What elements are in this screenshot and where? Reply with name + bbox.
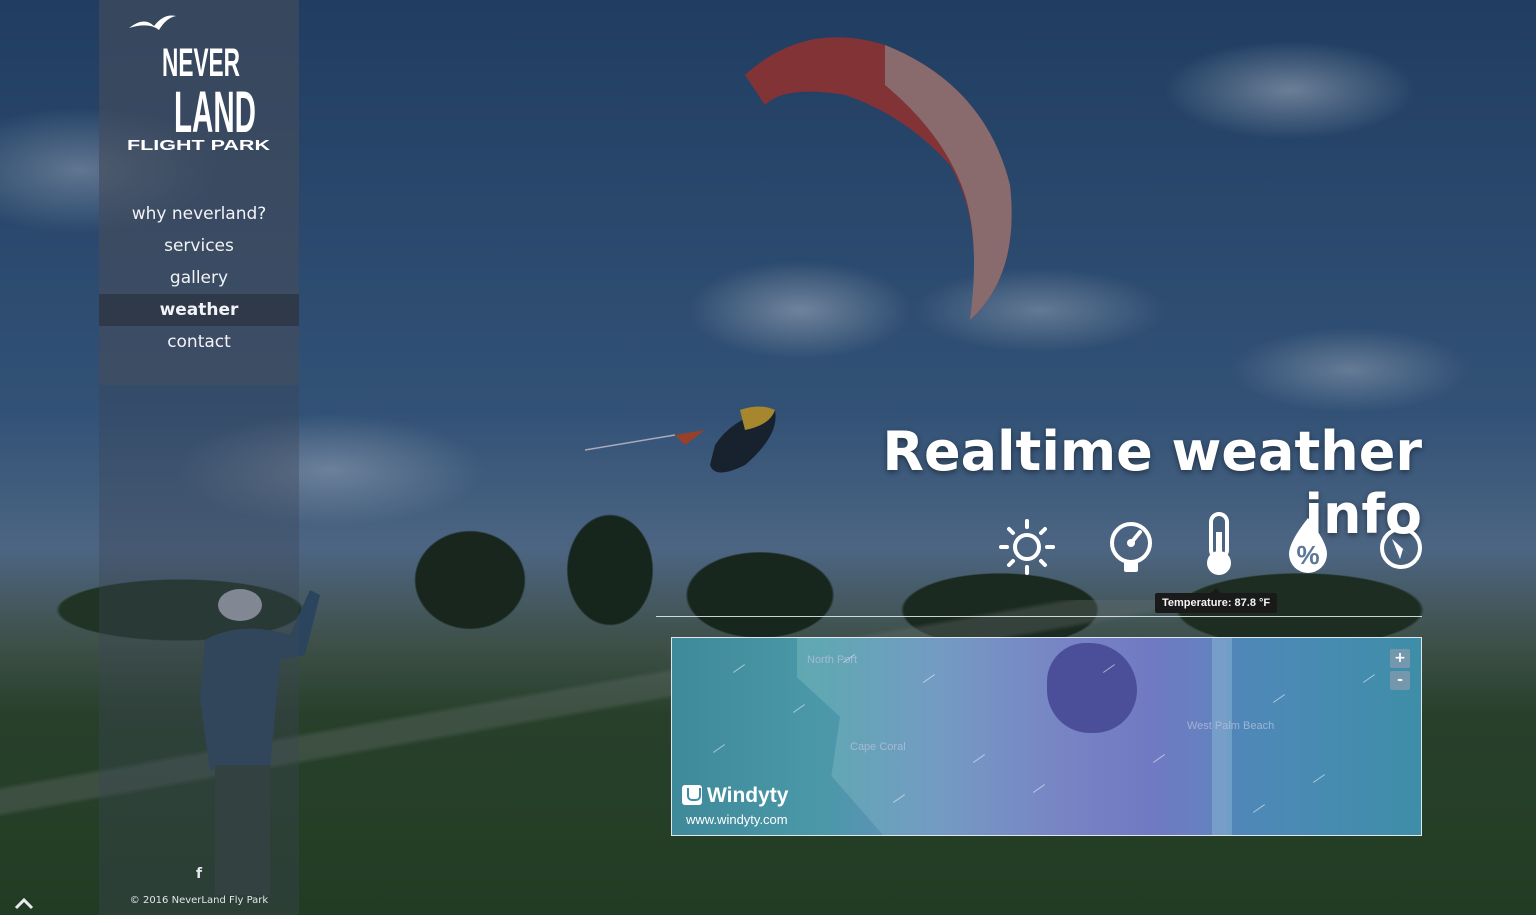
map-coast [1212, 638, 1232, 835]
thermometer-icon[interactable] [1186, 512, 1252, 578]
zoom-in-button[interactable]: + [1390, 649, 1410, 668]
copyright-text: © 2016 NeverLand Fly Park [129, 895, 269, 906]
svg-text:%: % [1296, 540, 1319, 570]
facebook-icon[interactable]: f [192, 866, 206, 884]
nav-item-why-neverland[interactable]: why neverland? [99, 198, 299, 230]
main-nav: why neverland? services gallery weather … [99, 198, 299, 358]
nav-item-weather[interactable]: weather [99, 294, 299, 326]
barometer-icon[interactable] [1098, 512, 1164, 578]
temperature-tooltip: Temperature: 87.8 °F [1155, 588, 1278, 613]
map-town-label: West Palm Beach [1187, 720, 1275, 732]
nav-item-services[interactable]: services [99, 230, 299, 262]
svg-text:LAND: LAND [174, 80, 256, 145]
windyty-logo-icon [682, 785, 702, 805]
windyty-url-link[interactable]: www.windyty.com [686, 812, 788, 827]
zoom-out-button[interactable]: - [1390, 671, 1410, 690]
sun-icon[interactable] [994, 512, 1060, 578]
svg-text:NEVER: NEVER [162, 41, 240, 85]
scroll-up-icon[interactable] [13, 896, 35, 910]
nav-item-contact[interactable]: contact [99, 326, 299, 358]
wind-direction-icon[interactable] [1368, 512, 1434, 578]
map-land [797, 638, 1227, 835]
windyty-brand-label: Windyty [707, 784, 789, 807]
section-divider [656, 616, 1422, 617]
windyty-brand[interactable]: Windyty [682, 784, 788, 808]
humidity-icon[interactable]: % [1275, 512, 1341, 578]
sidebar: NEVER LAND FLIGHT PARK why neverland? se… [99, 0, 299, 915]
windyty-map[interactable]: North Port Cape Coral West Palm Beach + … [671, 637, 1422, 836]
bird-icon [129, 15, 176, 30]
weather-icons-bar: % [990, 512, 1430, 582]
nav-item-gallery[interactable]: gallery [99, 262, 299, 294]
site-logo[interactable]: NEVER LAND FLIGHT PARK [124, 8, 274, 158]
map-town-label: North Port [807, 654, 858, 666]
map-town-label: Cape Coral [850, 741, 906, 753]
map-lake [1047, 643, 1137, 733]
svg-text:FLIGHT PARK: FLIGHT PARK [127, 137, 270, 154]
